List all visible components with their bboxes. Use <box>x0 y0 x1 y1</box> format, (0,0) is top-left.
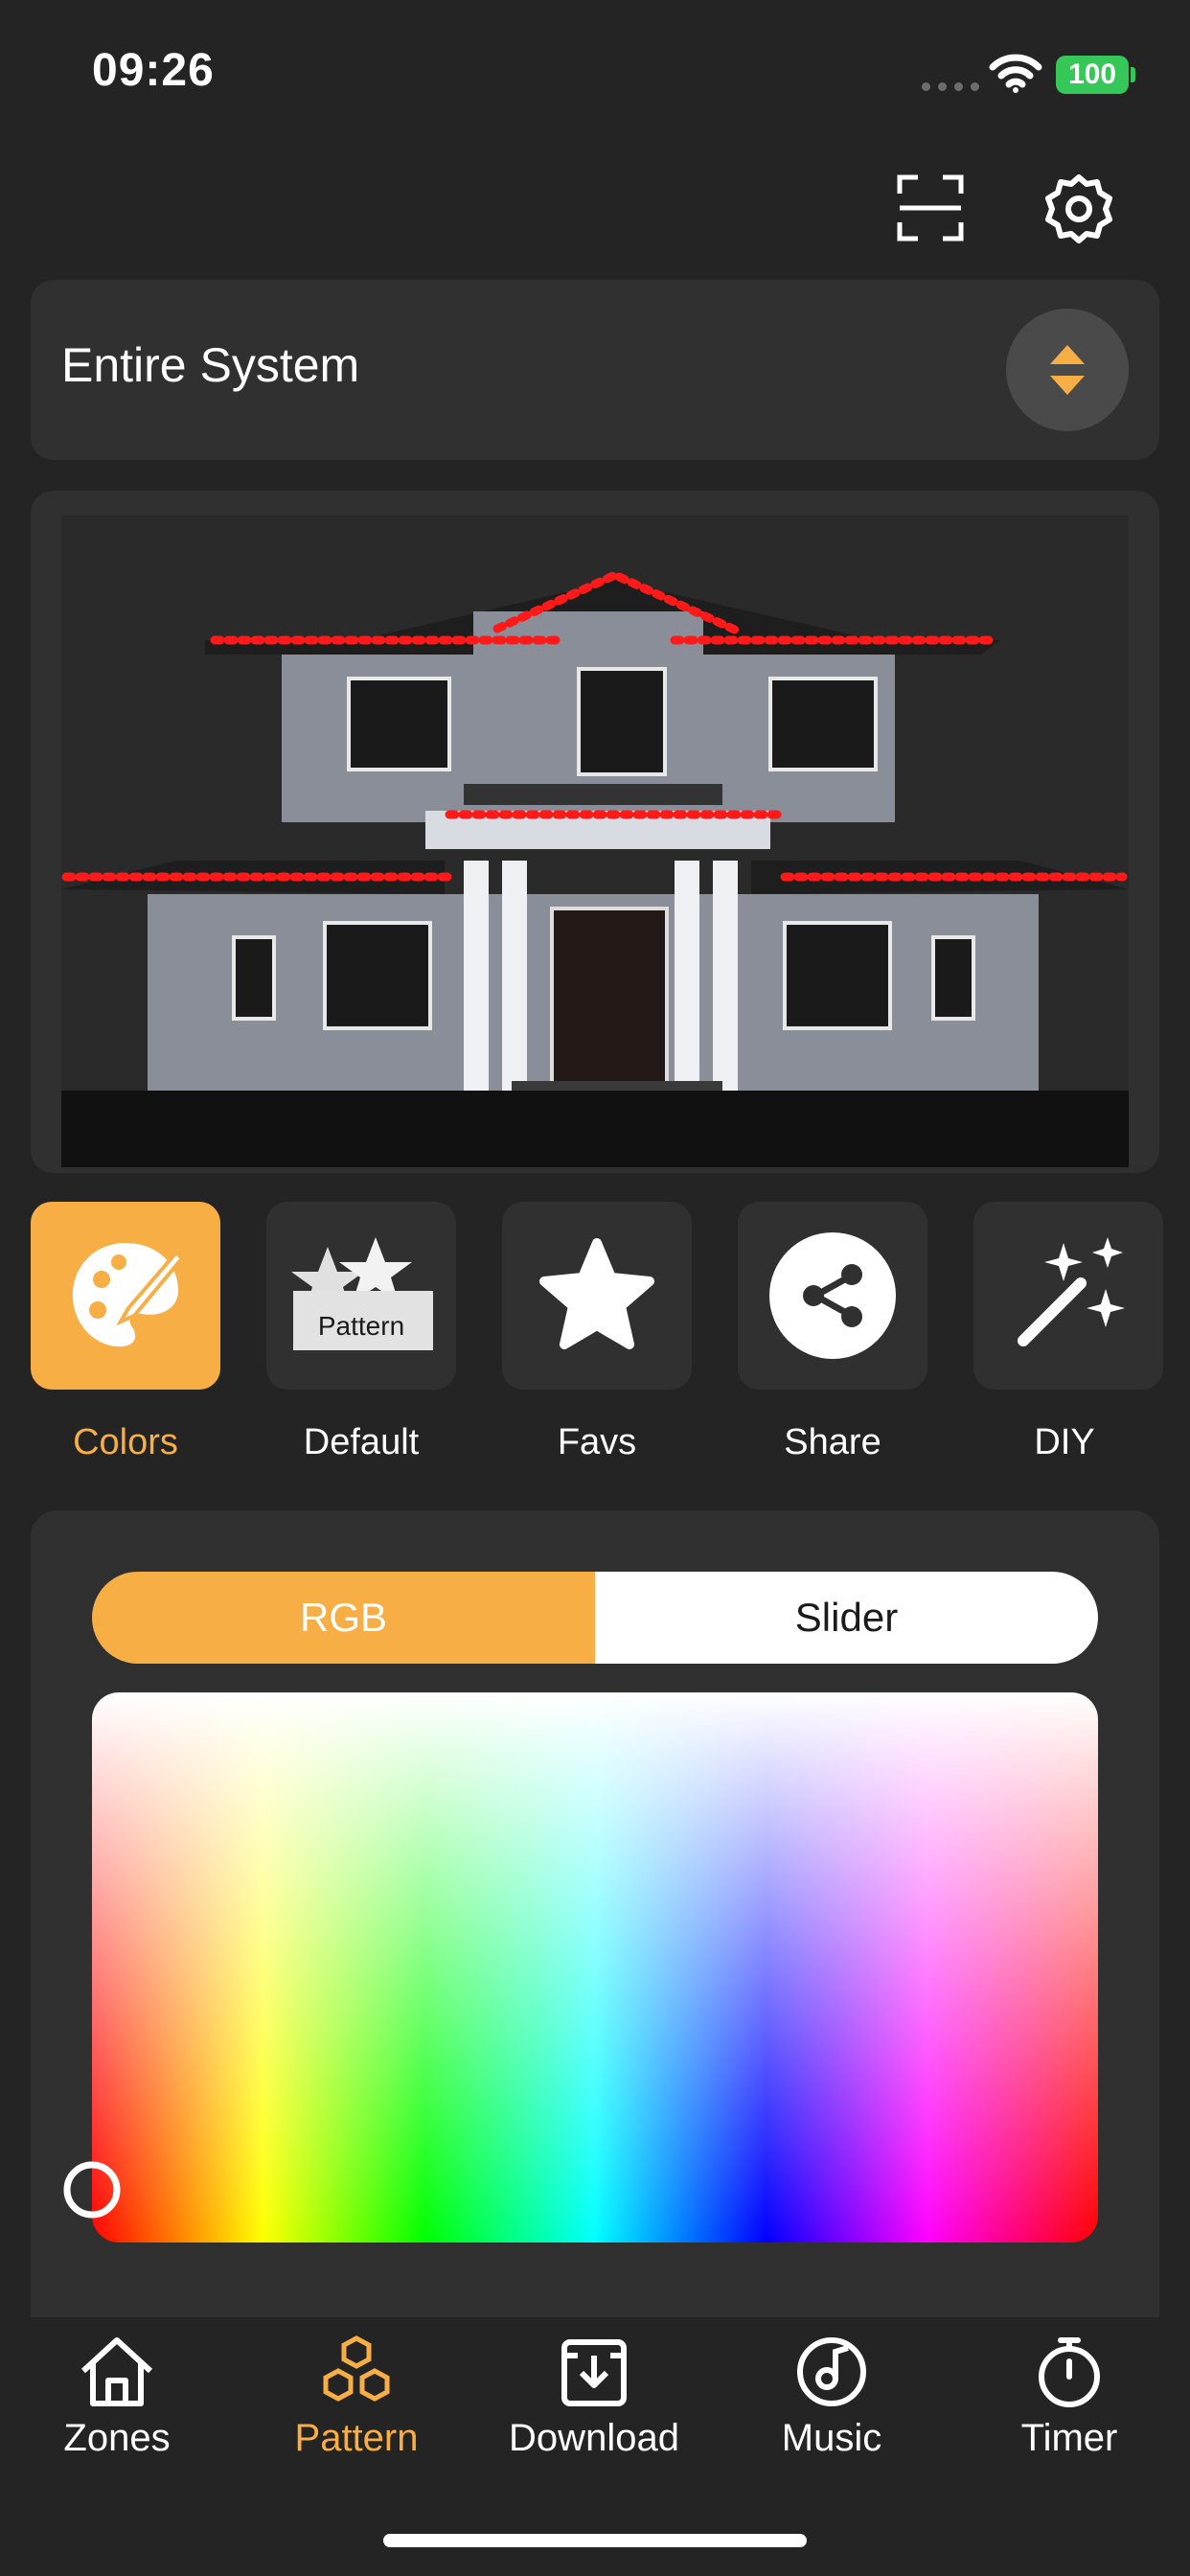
download-icon <box>561 2339 627 2406</box>
mode-share-label: Share <box>784 1422 881 1462</box>
color-mode-toggle: RGB Slider <box>92 1572 1098 1664</box>
house-illustration <box>61 516 1129 1167</box>
tab-music[interactable]: Music <box>713 2334 950 2460</box>
zone-title: Entire System <box>61 338 360 392</box>
wifi-icon <box>989 54 1042 99</box>
battery-tip <box>1131 67 1135 82</box>
battery-indicator: 100 <box>1056 56 1129 94</box>
tab-pattern-label: Pattern <box>294 2417 419 2459</box>
sort-arrows-icon <box>1050 345 1085 395</box>
mode-favs-label: Favs <box>557 1422 637 1462</box>
share-icon <box>769 1232 896 1359</box>
tab-timer[interactable]: Timer <box>950 2334 1188 2460</box>
home-icon <box>80 2337 153 2406</box>
home-indicator <box>383 2534 807 2547</box>
tab-timer-label: Timer <box>1020 2417 1118 2459</box>
mode-diy-label: DIY <box>1034 1422 1095 1462</box>
tab-music-label: Music <box>781 2417 882 2459</box>
pattern-badge: Pattern <box>317 1311 405 1341</box>
mode-colors-button[interactable] <box>31 1202 220 1390</box>
mode-colors-label: Colors <box>73 1422 178 1462</box>
house-preview <box>31 491 1159 1173</box>
music-icon <box>797 2337 866 2406</box>
rgb-color-picker[interactable] <box>92 1692 1098 2242</box>
hexagons-icon <box>323 2335 390 2402</box>
scan-icon[interactable] <box>897 174 964 246</box>
tab-rgb[interactable]: RGB <box>92 1572 595 1664</box>
tab-pattern[interactable]: Pattern <box>238 2334 475 2460</box>
palette-icon <box>72 1243 185 1347</box>
tab-zones[interactable]: Zones <box>0 2334 236 2460</box>
gear-icon[interactable] <box>1042 172 1115 250</box>
mode-favs-button[interactable] <box>502 1202 692 1390</box>
cellular-signal-icon <box>922 82 979 91</box>
magic-wand-icon <box>1018 1237 1125 1346</box>
mode-default-label: Default <box>303 1422 420 1462</box>
tab-zones-label: Zones <box>63 2417 171 2459</box>
mode-default-button[interactable] <box>266 1202 456 1390</box>
mode-share-button[interactable] <box>738 1202 927 1390</box>
tab-download[interactable]: Download <box>475 2334 713 2460</box>
zone-switch-button[interactable] <box>1006 309 1129 431</box>
timer-icon <box>1039 2337 1100 2407</box>
tab-download-label: Download <box>509 2417 679 2459</box>
color-picker-handle[interactable] <box>44 2160 123 2220</box>
tab-slider[interactable]: Slider <box>595 1572 1098 1664</box>
star-icon <box>539 1238 654 1349</box>
status-time: 09:26 <box>92 45 215 96</box>
mode-diy-button[interactable] <box>973 1202 1163 1390</box>
